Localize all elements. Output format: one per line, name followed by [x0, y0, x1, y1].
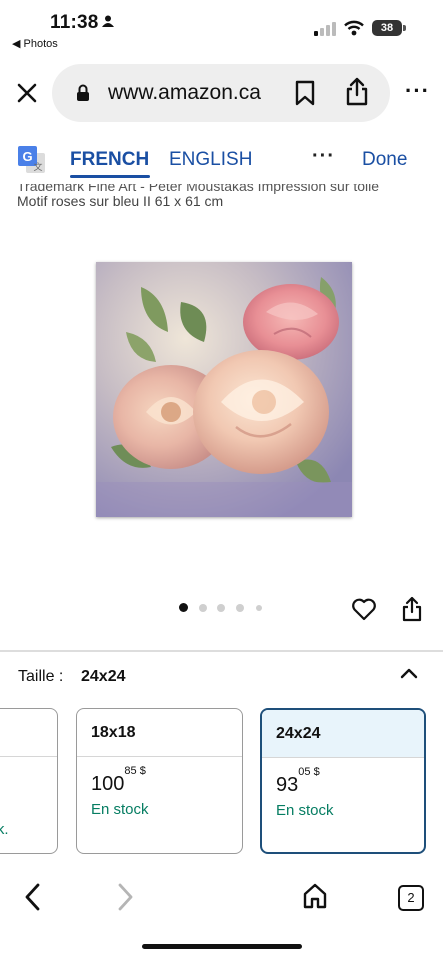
price-cents: 85 [124, 765, 137, 778]
home-icon[interactable] [302, 882, 328, 910]
svg-text:G: G [22, 149, 32, 164]
back-to-photos-link[interactable]: ◀ Photos [12, 37, 58, 50]
size-option-card[interactable]: ock. [0, 708, 58, 854]
bookmark-icon[interactable] [294, 80, 316, 106]
section-divider [0, 650, 443, 652]
stock-status: En stock [276, 802, 334, 819]
size-option-name [0, 709, 57, 757]
carousel-dot[interactable] [217, 604, 225, 612]
carousel-dot[interactable] [199, 604, 207, 612]
size-label: Taille : [18, 668, 64, 685]
tab-english[interactable]: ENGLISH [169, 149, 252, 171]
translate-more-button[interactable]: ··· [312, 145, 335, 168]
status-time: 11:38 [50, 12, 99, 33]
price-currency: $ [139, 765, 146, 778]
carousel-dot[interactable] [256, 605, 262, 611]
stock-status: En stock [91, 801, 149, 818]
share-icon[interactable] [401, 596, 423, 622]
price-whole: 100 [91, 773, 125, 795]
battery-indicator: 38 [372, 20, 402, 36]
back-arrow-icon[interactable] [22, 882, 44, 912]
stock-status: ock. [0, 821, 9, 838]
lock-icon [77, 84, 89, 101]
tab-french[interactable]: FRENCH [70, 149, 149, 171]
price-whole: 93 [276, 774, 299, 796]
product-image[interactable] [96, 262, 352, 517]
carousel-dot-active[interactable] [179, 603, 188, 612]
carousel-dot[interactable] [236, 604, 244, 612]
size-selected-value: 24x24 [81, 668, 126, 685]
google-translate-icon[interactable]: G 文 [18, 146, 46, 174]
tab-active-underline [70, 175, 150, 178]
tabs-count-button[interactable]: 2 [398, 885, 424, 911]
size-option-name: 24x24 [262, 710, 424, 758]
svg-text:文: 文 [33, 161, 42, 172]
size-option-card-selected[interactable]: 24x24 9305 $ En stock [260, 708, 426, 854]
price: 9305 $ [276, 766, 320, 797]
product-title-clipped: Trademark Fine Art - Peter Moustakas Imp… [17, 178, 380, 194]
chevron-up-icon[interactable] [399, 666, 419, 680]
more-options-icon[interactable]: ··· [405, 78, 430, 104]
cellular-signal-icon [314, 22, 336, 36]
size-option-name: 18x18 [77, 709, 242, 757]
price-cents: 05 [298, 766, 311, 779]
size-option-card[interactable]: 18x18 10085 $ En stock [76, 708, 243, 854]
done-button[interactable]: Done [362, 149, 407, 171]
share-icon[interactable] [344, 76, 370, 106]
wifi-icon [344, 20, 364, 36]
heart-icon[interactable] [351, 597, 377, 621]
person-icon [102, 15, 114, 27]
forward-arrow-icon[interactable] [114, 882, 136, 912]
price-currency: $ [313, 766, 320, 779]
price: 10085 $ [91, 765, 146, 796]
product-title: Motif roses sur bleu II 61 x 61 cm [17, 193, 224, 209]
close-icon[interactable] [14, 80, 40, 106]
battery-tip [403, 25, 406, 31]
home-indicator [142, 944, 302, 949]
url-text[interactable]: www.amazon.ca [108, 81, 261, 105]
